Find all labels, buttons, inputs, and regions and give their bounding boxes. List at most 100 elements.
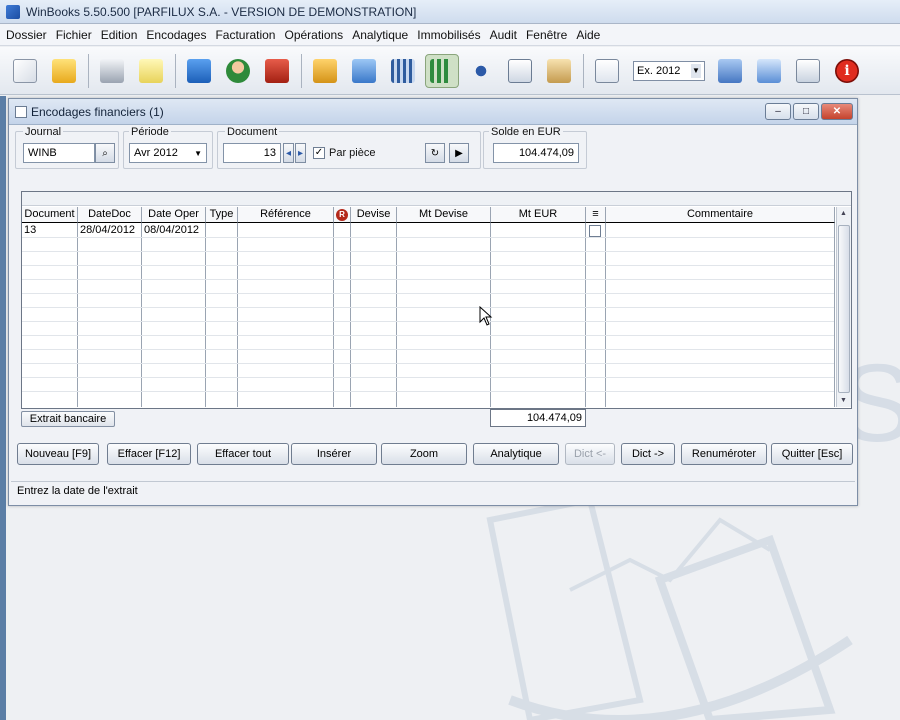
col-header-reference[interactable]: Référence	[238, 207, 334, 223]
printer-icon[interactable]	[95, 54, 129, 88]
inserer-button[interactable]: Insérer	[291, 443, 377, 465]
par-piece-checkbox[interactable]: ✓	[313, 147, 325, 159]
col-header-commentaire[interactable]: Commentaire	[606, 207, 835, 223]
scroll-up-icon[interactable]: ▲	[837, 207, 850, 220]
menu-aide[interactable]: Aide	[576, 28, 600, 42]
menu-encodages[interactable]: Encodages	[146, 28, 206, 42]
maximize-button[interactable]: □	[793, 103, 819, 120]
col-header-dateoper[interactable]: Date Oper	[142, 207, 206, 223]
periode-label: Période	[129, 126, 171, 138]
effacer-tout-button[interactable]: Effacer tout	[197, 443, 289, 465]
col-header-flag[interactable]: ≡	[586, 207, 606, 223]
renumerote-button[interactable]: Renuméroter	[681, 443, 767, 465]
periode-value: Avr 2012	[134, 147, 178, 159]
document-next-button[interactable]: ▸	[295, 143, 306, 163]
new-file-icon[interactable]	[8, 54, 42, 88]
info-icon[interactable]: i	[830, 54, 864, 88]
menu-analytique[interactable]: Analytique	[352, 28, 408, 42]
menu-operations[interactable]: Opérations	[284, 28, 343, 42]
col-header-devise[interactable]: Devise	[351, 207, 397, 223]
chevron-down-icon[interactable]: ▼	[691, 63, 701, 78]
grid-top-strip	[22, 192, 851, 206]
menu-fenetre[interactable]: Fenêtre	[526, 28, 567, 42]
document-input[interactable]: 13	[223, 143, 281, 163]
book-icon[interactable]	[182, 54, 216, 88]
row-flag-checkbox[interactable]	[589, 225, 601, 237]
copy-icon[interactable]	[503, 54, 537, 88]
chevron-down-icon: ▼	[194, 148, 202, 158]
document-prev-button[interactable]: ◂	[283, 143, 294, 163]
menu-audit[interactable]: Audit	[490, 28, 517, 42]
cell-document[interactable]: 13	[24, 224, 76, 236]
truck-icon[interactable]	[260, 54, 294, 88]
refresh-button[interactable]: ↻	[425, 143, 445, 163]
folder-icon[interactable]	[47, 54, 81, 88]
nouveau-button[interactable]: Nouveau [F9]	[17, 443, 99, 465]
row-line	[22, 307, 834, 308]
mail-icon[interactable]	[791, 54, 825, 88]
notepad-icon[interactable]	[134, 54, 168, 88]
building-icon[interactable]	[386, 54, 420, 88]
row-line	[22, 251, 834, 252]
refresh-icon: ↻	[430, 147, 440, 159]
window-icon	[15, 105, 27, 118]
r-circle-icon: R	[336, 209, 348, 221]
menu-facturation[interactable]: Facturation	[215, 28, 275, 42]
scroll-thumb[interactable]	[838, 225, 850, 393]
journal-label: Journal	[23, 126, 64, 138]
mdi-left-strip	[0, 96, 6, 720]
periode-select[interactable]: Avr 2012 ▼	[129, 143, 207, 163]
toolbar-separator	[301, 53, 302, 88]
grid-scrollbar[interactable]: ▲ ▼	[836, 207, 851, 407]
menu-immobilises[interactable]: Immobilisés	[417, 28, 480, 42]
col-header-datedoc[interactable]: DateDoc	[78, 207, 142, 223]
dict-next-button[interactable]: Dict ->	[621, 443, 675, 465]
app-icon	[6, 4, 20, 19]
col-header-r[interactable]: R	[334, 207, 351, 223]
menu-bar: Dossier Fichier Edition Encodages Factur…	[0, 24, 900, 46]
scissors-icon[interactable]	[464, 54, 498, 88]
entries-grid: Document DateDoc Date Oper Type Référenc…	[21, 191, 852, 409]
zoom-button[interactable]: Zoom	[381, 443, 467, 465]
minimize-button[interactable]: ‒	[765, 103, 791, 120]
forward-button[interactable]: ▶	[449, 143, 469, 163]
user-icon[interactable]	[221, 54, 255, 88]
menu-edition[interactable]: Edition	[101, 28, 138, 42]
journal-input[interactable]: WINB	[23, 143, 95, 163]
col-header-mt-devise[interactable]: Mt Devise	[397, 207, 491, 223]
row-line	[22, 237, 834, 238]
row-line	[22, 279, 834, 280]
dict-prev-button[interactable]: Dict <-	[565, 443, 615, 465]
paste-icon[interactable]	[542, 54, 576, 88]
menu-dossier[interactable]: Dossier	[6, 28, 47, 42]
arrow-left-icon: ◂	[285, 147, 292, 159]
search-icon: ⌕	[102, 147, 108, 159]
box-icon[interactable]	[308, 54, 342, 88]
forward-icon: ▶	[455, 147, 463, 159]
quitter-button[interactable]: Quitter [Esc]	[771, 443, 853, 465]
menu-fichier[interactable]: Fichier	[56, 28, 92, 42]
toolbar-separator	[583, 53, 584, 88]
analytique-button[interactable]: Analytique	[473, 443, 559, 465]
close-button[interactable]: ✕	[821, 103, 853, 120]
cell-dateoper[interactable]: 08/04/2012	[144, 224, 206, 236]
tree-icon[interactable]	[347, 54, 381, 88]
col-header-type[interactable]: Type	[206, 207, 238, 223]
exercise-select[interactable]: Ex. 2012 ▼	[633, 60, 705, 81]
extrait-bancaire-button[interactable]: Extrait bancaire	[21, 411, 115, 427]
cell-datedoc[interactable]: 28/04/2012	[80, 224, 142, 236]
calculator-icon[interactable]	[713, 54, 747, 88]
chart-icon[interactable]	[425, 53, 459, 88]
scroll-down-icon[interactable]: ▼	[837, 394, 850, 407]
journal-search-button[interactable]: ⌕	[95, 143, 115, 163]
col-header-mt-eur[interactable]: Mt EUR	[491, 207, 586, 223]
network-icon[interactable]	[752, 54, 786, 88]
row-line	[22, 335, 834, 336]
effacer-button[interactable]: Effacer [F12]	[107, 443, 191, 465]
app-title-bar: WinBooks 5.50.500 [PARFILUX S.A. - VERSI…	[0, 0, 900, 24]
solde-label: Solde en EUR	[489, 126, 563, 138]
document-icon[interactable]	[590, 54, 624, 88]
status-bar: Entrez la date de l'extrait	[11, 481, 855, 501]
col-header-document[interactable]: Document	[22, 207, 78, 223]
encodages-window: Encodages financiers (1) ‒ □ ✕ Journal W…	[8, 98, 858, 506]
